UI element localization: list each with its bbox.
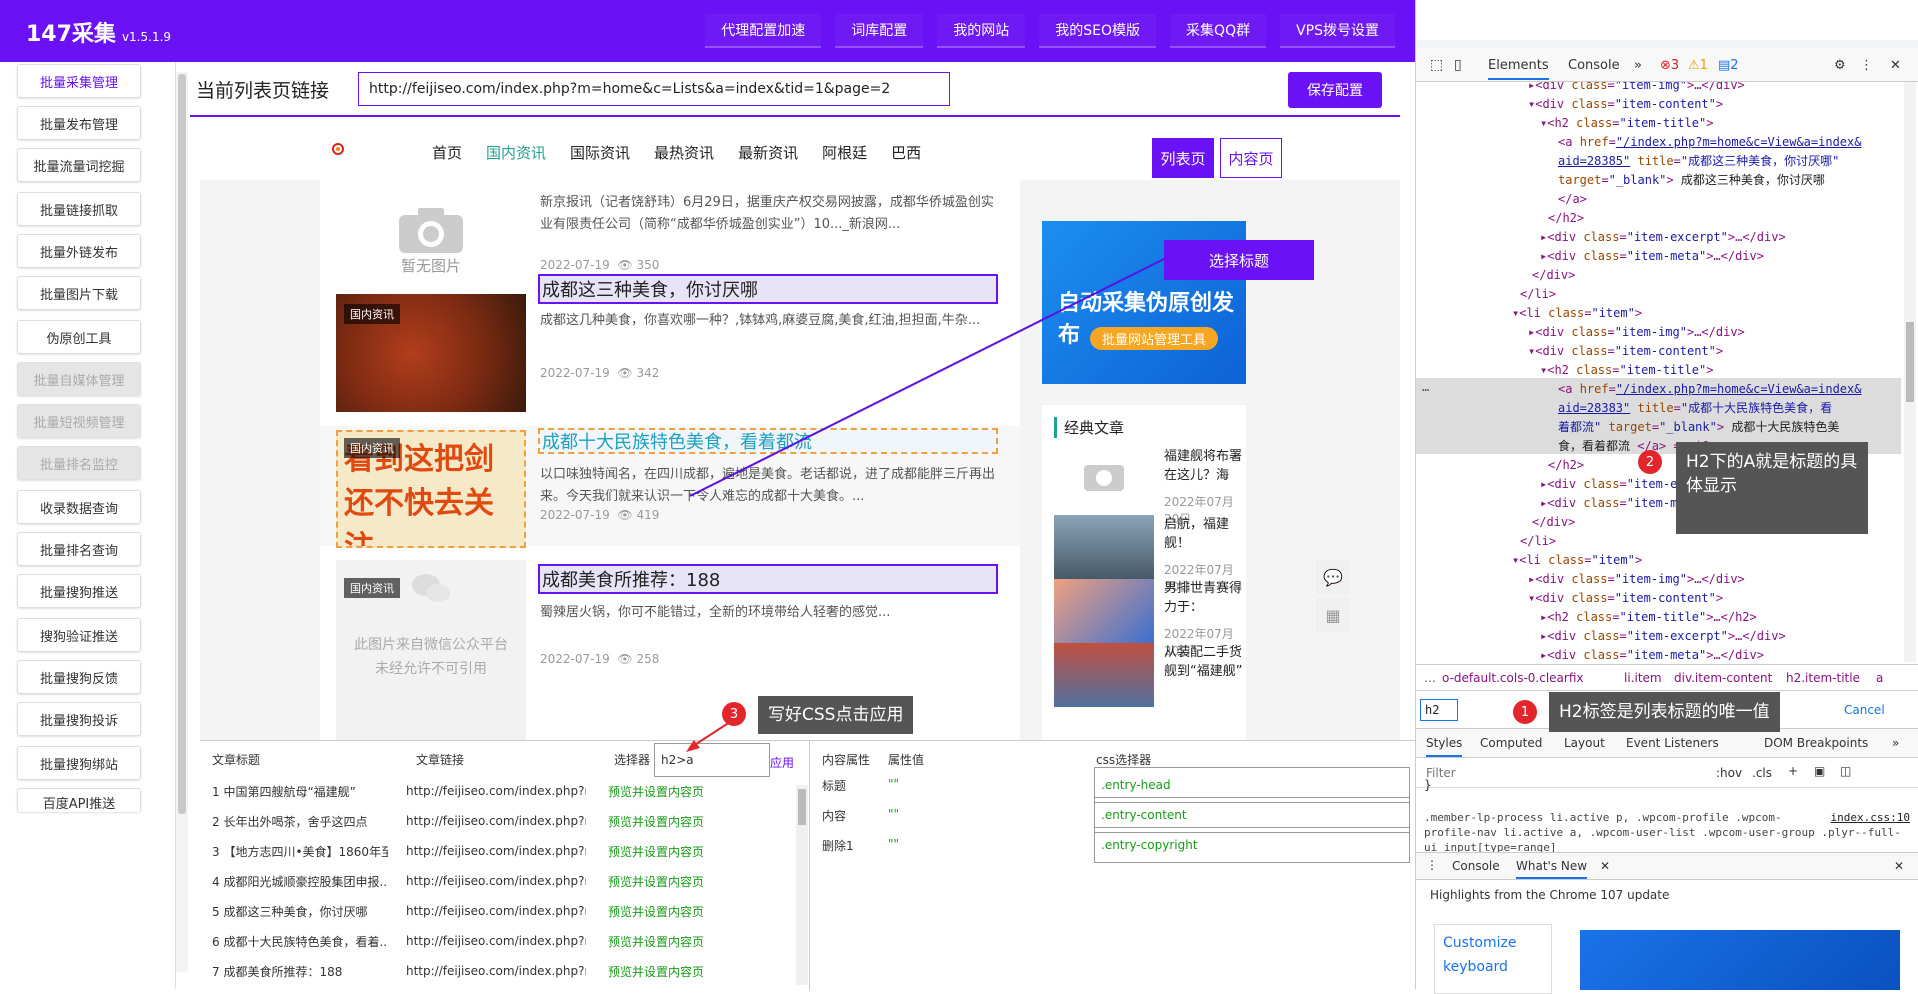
error-count[interactable]: ⊗3 <box>1660 58 1679 73</box>
css-rule: index.css:10 .member-lp-process li.activ… <box>1424 810 1910 855</box>
close-icon[interactable]: ✕ <box>1890 58 1901 73</box>
breadcrumb-item[interactable]: o-default.cols-0.clearfix <box>1442 671 1584 685</box>
drawer-tab-whats-new[interactable]: What's New <box>1516 859 1588 879</box>
tab-event-listeners[interactable]: Event Listeners <box>1626 736 1719 750</box>
message-count-value: 2 <box>1730 58 1739 73</box>
breadcrumb-item[interactable]: div.item-content <box>1674 671 1772 685</box>
tab-computed[interactable]: Computed <box>1480 736 1542 750</box>
tab-dom-breakpoints[interactable]: DOM Breakpoints <box>1764 736 1868 750</box>
warning-count[interactable]: ⚠1 <box>1688 58 1708 73</box>
dom-search-input[interactable]: h2 <box>1420 699 1458 721</box>
kebab-menu-icon[interactable]: ⋮ <box>1860 58 1873 73</box>
styles-filter: Filter :hov .cls + ▣ ◫ } <box>1416 758 1918 792</box>
devtools-tabs: ⬚ ▯ Elements Console » ⊗3 ⚠1 ▤2 ⚙ ⋮ ✕ <box>1416 48 1918 82</box>
breadcrumb: … o-default.cols-0.clearfix li.item div.… <box>1416 664 1918 690</box>
gear-icon[interactable]: ⚙ <box>1834 58 1846 73</box>
tab-elements[interactable]: Elements <box>1488 58 1549 80</box>
warning-count-value: 1 <box>1699 58 1708 73</box>
sidebar-toggle-icon[interactable]: ◫ <box>1840 764 1851 778</box>
paint-icon[interactable]: ▣ <box>1814 764 1825 778</box>
search-cancel-button[interactable]: Cancel <box>1844 703 1885 717</box>
annotation-badge: 3 <box>722 702 746 726</box>
whats-new-panel: Highlights from the Chrome 107 update Cu… <box>1416 880 1918 994</box>
close-icon[interactable]: ✕ <box>1600 859 1610 873</box>
tab-styles[interactable]: Styles <box>1426 736 1463 757</box>
whats-new-card[interactable]: Customize keyboard <box>1434 924 1552 994</box>
breadcrumb-item[interactable]: h2.item-title <box>1786 671 1860 685</box>
css-source-link[interactable]: index.css:10 <box>1831 810 1910 825</box>
cls-toggle[interactable]: .cls <box>1752 766 1772 780</box>
tab-layout[interactable]: Layout <box>1564 736 1605 750</box>
connector-line <box>689 257 1167 497</box>
tab-console[interactable]: Console <box>1568 58 1620 73</box>
annotation-callout: H2下的A就是标题的具体显示 <box>1676 442 1868 534</box>
whats-new-banner <box>1580 930 1900 990</box>
annotation-callout: H2标签是列表标题的唯一值 <box>1549 692 1780 732</box>
drawer-tab-console[interactable]: Console <box>1452 859 1500 873</box>
close-icon[interactable]: ✕ <box>1894 859 1904 873</box>
breadcrumb-item[interactable]: a <box>1876 671 1883 685</box>
dom-tree: ▸<div class="item-img">…</div> ▾<div cla… <box>1416 82 1901 664</box>
dom-scrollbar[interactable] <box>1904 82 1916 662</box>
device-toggle-icon[interactable]: ▯ <box>1454 57 1462 73</box>
styles-tabs: Styles Computed Layout Event Listeners D… <box>1416 728 1918 758</box>
hov-toggle[interactable]: :hov <box>1716 766 1742 780</box>
more-tabs-icon[interactable]: » <box>1892 736 1899 750</box>
error-count-value: 3 <box>1670 58 1680 73</box>
css-rule-selector: .member-lp-process li.active p, .wpcom-p… <box>1424 811 1901 854</box>
dom-scrollbar-thumb[interactable] <box>1906 322 1914 402</box>
whats-new-link[interactable]: Customize <box>1443 931 1543 955</box>
devtools-drawer: ⋮ Console What's New ✕ ✕ <box>1416 852 1918 880</box>
more-tabs-icon[interactable]: » <box>1634 58 1642 73</box>
annotation-callout: 写好CSS点击应用 <box>758 696 914 734</box>
message-count[interactable]: ▤2 <box>1718 58 1739 73</box>
annotation-badge: 1 <box>1513 700 1537 724</box>
kebab-menu-icon[interactable]: ⋮ <box>1426 858 1438 872</box>
breadcrumb-item[interactable]: li.item <box>1624 671 1662 685</box>
annotation-badge: 2 <box>1638 450 1662 474</box>
whats-new-link[interactable]: keyboard <box>1443 955 1543 979</box>
whats-new-highlight: Highlights from the Chrome 107 update <box>1430 888 1670 902</box>
browser-toolbar <box>1416 0 1918 48</box>
inspect-icon[interactable]: ⬚ <box>1430 57 1443 73</box>
plus-icon[interactable]: + <box>1788 764 1798 778</box>
